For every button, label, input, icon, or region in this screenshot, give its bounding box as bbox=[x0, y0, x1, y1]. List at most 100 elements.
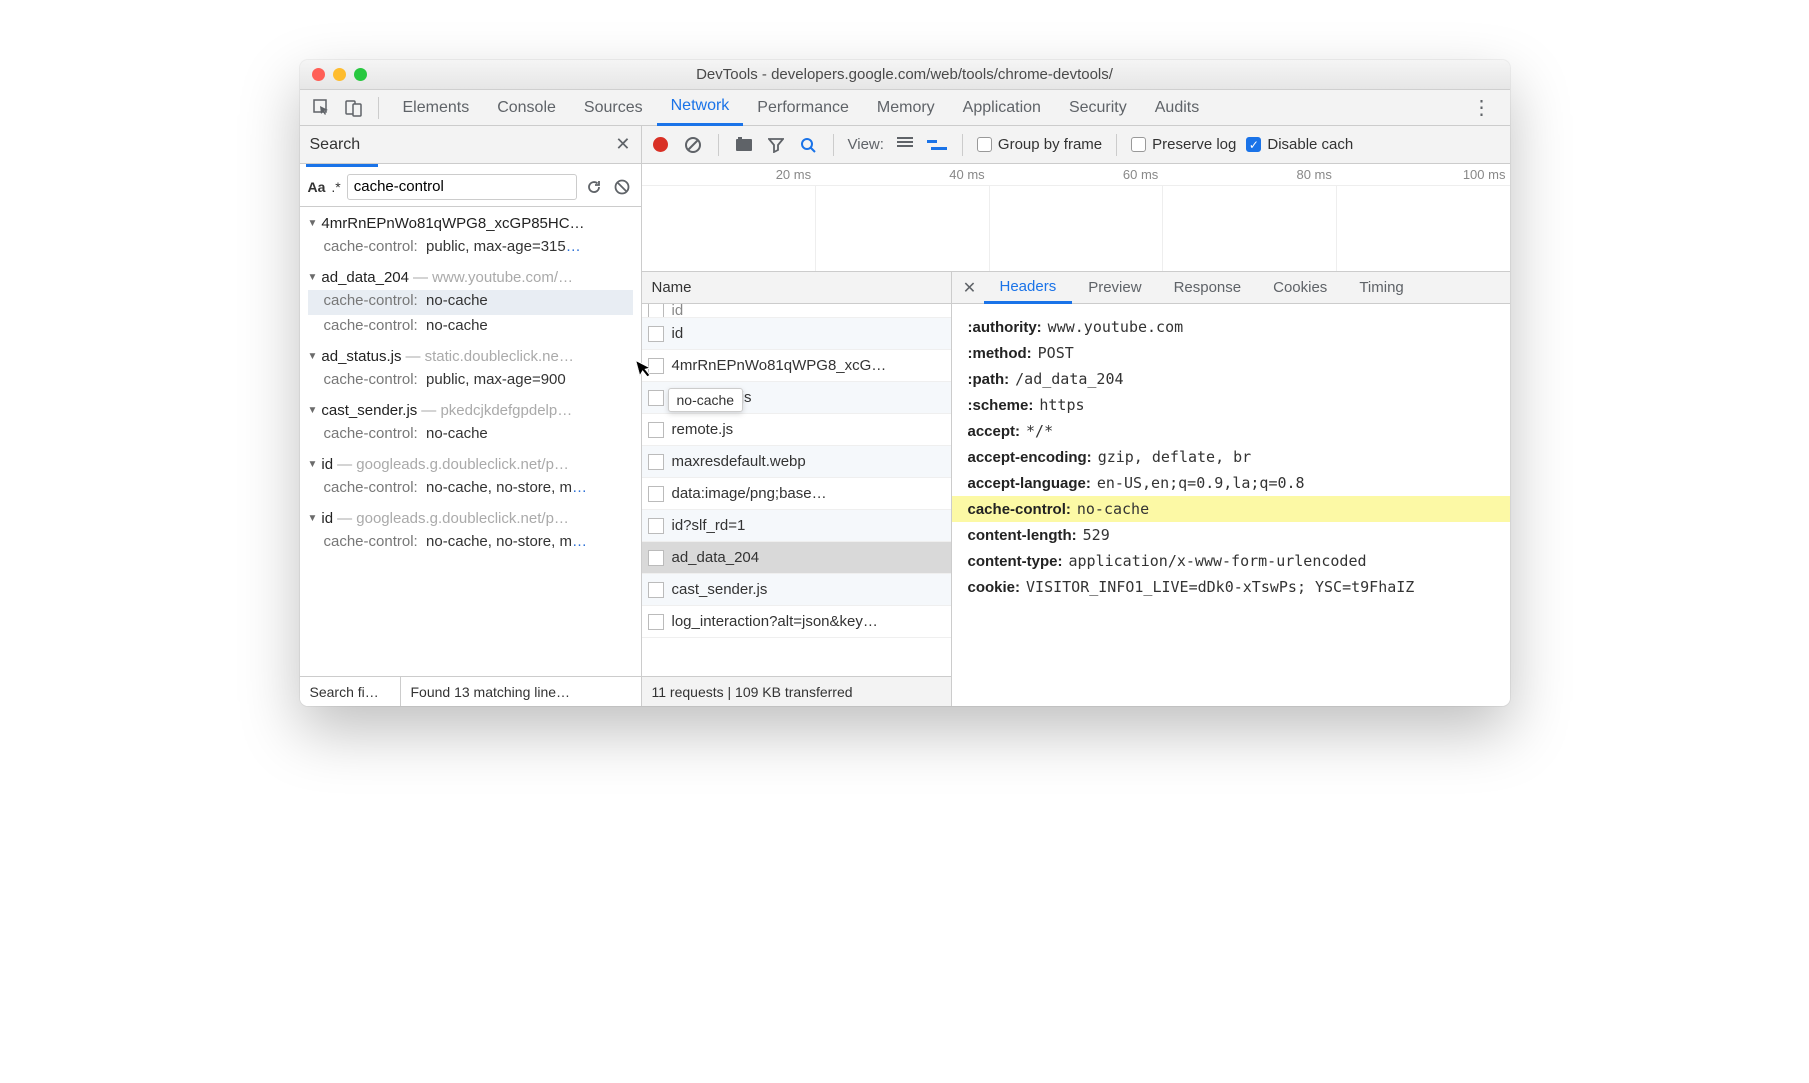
file-icon bbox=[648, 614, 664, 630]
network-timeline[interactable]: 20 ms40 ms60 ms80 ms100 ms bbox=[642, 164, 1510, 272]
clear-icon[interactable] bbox=[611, 176, 633, 198]
header-line: accept-language:en-US,en;q=0.9,la;q=0.8 bbox=[968, 470, 1494, 496]
preserve-log-checkbox[interactable]: Preserve log bbox=[1131, 136, 1236, 153]
search-title: Search bbox=[310, 136, 361, 154]
search-result-group[interactable]: ▼ id — googleads.g.doubleclick.net/p… bbox=[308, 452, 633, 477]
waterfall-icon[interactable] bbox=[926, 134, 948, 156]
header-line: cookie:VISITOR_INFO1_LIVE=dDk0-xTswPs; Y… bbox=[968, 574, 1494, 600]
tab-performance[interactable]: Performance bbox=[743, 90, 863, 126]
detail-tab-cookies[interactable]: Cookies bbox=[1257, 272, 1343, 304]
file-icon bbox=[648, 390, 664, 406]
search-result-line[interactable]: cache-control: no-cache bbox=[308, 315, 633, 340]
tab-elements[interactable]: Elements bbox=[389, 90, 484, 126]
device-toggle-icon[interactable] bbox=[340, 94, 368, 122]
tooltip: no-cache bbox=[668, 388, 744, 412]
search-result-line[interactable]: cache-control: public, max-age=315… bbox=[308, 236, 633, 261]
search-footer-left: Search fi… bbox=[300, 684, 400, 700]
tab-security[interactable]: Security bbox=[1055, 90, 1141, 126]
search-result-line[interactable]: cache-control: no-cache bbox=[308, 290, 633, 315]
network-panel: View: Group by frame Preserve log Disabl… bbox=[642, 126, 1510, 706]
timeline-tick: 40 ms bbox=[815, 164, 989, 185]
request-summary: 11 requests | 109 KB transferred bbox=[642, 676, 951, 706]
search-result-group[interactable]: ▼ cast_sender.js — pkedcjkdefgpdelp… bbox=[308, 398, 633, 423]
header-line: :authority:www.youtube.com bbox=[968, 314, 1494, 340]
close-detail-icon[interactable]: ✕ bbox=[956, 278, 984, 298]
request-list[interactable]: idid4mrRnEPnWo81qWPG8_xcG…ad_status.jsre… bbox=[642, 304, 951, 676]
file-icon bbox=[648, 550, 664, 566]
tab-audits[interactable]: Audits bbox=[1141, 90, 1213, 126]
disable-cache-checkbox[interactable]: Disable cach bbox=[1246, 136, 1353, 153]
table-row[interactable]: id?slf_rd=1 bbox=[642, 510, 951, 542]
table-row[interactable]: id bbox=[642, 304, 951, 318]
tab-network[interactable]: Network bbox=[657, 90, 744, 126]
search-results[interactable]: ▼ 4mrRnEPnWo81qWPG8_xcGP85HC… cache-cont… bbox=[300, 207, 641, 676]
record-icon[interactable] bbox=[650, 134, 672, 156]
regex-toggle[interactable]: .* bbox=[331, 179, 340, 195]
table-row[interactable]: cast_sender.js bbox=[642, 574, 951, 606]
traffic-lights bbox=[312, 68, 367, 81]
tab-application[interactable]: Application bbox=[949, 90, 1055, 126]
file-icon bbox=[648, 582, 664, 598]
titlebar: DevTools - developers.google.com/web/too… bbox=[300, 60, 1510, 90]
network-toolbar: View: Group by frame Preserve log Disabl… bbox=[642, 126, 1510, 164]
search-icon[interactable] bbox=[797, 134, 819, 156]
large-rows-icon[interactable] bbox=[894, 134, 916, 156]
window-title: DevTools - developers.google.com/web/too… bbox=[300, 66, 1510, 83]
screenshot-icon[interactable] bbox=[733, 134, 755, 156]
table-row[interactable]: id bbox=[642, 318, 951, 350]
search-result-group[interactable]: ▼ 4mrRnEPnWo81qWPG8_xcGP85HC… bbox=[308, 211, 633, 236]
column-header-name[interactable]: Name bbox=[642, 272, 951, 304]
request-detail: ✕ HeadersPreviewResponseCookiesTiming :a… bbox=[952, 272, 1510, 706]
search-footer: Search fi… Found 13 matching line… bbox=[300, 676, 641, 706]
search-header: Search ✕ bbox=[300, 126, 641, 164]
search-result-line[interactable]: cache-control: public, max-age=900 bbox=[308, 369, 633, 394]
minimize-window-button[interactable] bbox=[333, 68, 346, 81]
close-icon[interactable]: ✕ bbox=[615, 134, 630, 155]
group-by-frame-checkbox[interactable]: Group by frame bbox=[977, 136, 1102, 153]
search-result-group[interactable]: ▼ ad_data_204 — www.youtube.com/… bbox=[308, 265, 633, 290]
timeline-tick: 60 ms bbox=[989, 164, 1163, 185]
search-result-group[interactable]: ▼ id — googleads.g.doubleclick.net/p… bbox=[308, 506, 633, 531]
match-case-toggle[interactable]: Aa bbox=[308, 179, 326, 195]
detail-tab-timing[interactable]: Timing bbox=[1343, 272, 1419, 304]
detail-tab-headers[interactable]: Headers bbox=[984, 272, 1073, 304]
tab-sources[interactable]: Sources bbox=[570, 90, 657, 126]
table-row[interactable]: log_interaction?alt=json&key… bbox=[642, 606, 951, 638]
header-line: accept-encoding:gzip, deflate, br bbox=[968, 444, 1494, 470]
search-result-line[interactable]: cache-control: no-cache, no-store, m… bbox=[308, 477, 633, 502]
header-line: content-type:application/x-www-form-urle… bbox=[968, 548, 1494, 574]
timeline-tick: 20 ms bbox=[642, 164, 816, 185]
header-line: content-length:529 bbox=[968, 522, 1494, 548]
detail-tabs: ✕ HeadersPreviewResponseCookiesTiming bbox=[952, 272, 1510, 304]
header-line: :scheme:https bbox=[968, 392, 1494, 418]
search-input[interactable] bbox=[347, 174, 577, 200]
header-line: :method:POST bbox=[968, 340, 1494, 366]
table-row[interactable]: ad_data_204 bbox=[642, 542, 951, 574]
headers-body[interactable]: :authority:www.youtube.com:method:POST:p… bbox=[952, 304, 1510, 706]
search-result-line[interactable]: cache-control: no-cache bbox=[308, 423, 633, 448]
file-icon bbox=[648, 326, 664, 342]
refresh-icon[interactable] bbox=[583, 176, 605, 198]
tab-console[interactable]: Console bbox=[483, 90, 570, 126]
timeline-tick: 80 ms bbox=[1162, 164, 1336, 185]
zoom-window-button[interactable] bbox=[354, 68, 367, 81]
close-window-button[interactable] bbox=[312, 68, 325, 81]
tab-memory[interactable]: Memory bbox=[863, 90, 949, 126]
separator bbox=[378, 97, 379, 119]
table-row[interactable]: 4mrRnEPnWo81qWPG8_xcG… bbox=[642, 350, 951, 382]
search-panel: Search ✕ Aa .* ▼ 4mrRnEPnWo81qWPG8_xcGP8… bbox=[300, 126, 642, 706]
table-row[interactable]: remote.js bbox=[642, 414, 951, 446]
search-result-line[interactable]: cache-control: no-cache, no-store, m… bbox=[308, 531, 633, 556]
filter-icon[interactable] bbox=[765, 134, 787, 156]
detail-tab-preview[interactable]: Preview bbox=[1072, 272, 1157, 304]
inspect-icon[interactable] bbox=[308, 94, 336, 122]
detail-tab-response[interactable]: Response bbox=[1158, 272, 1258, 304]
main-toolbar: ElementsConsoleSourcesNetworkPerformance… bbox=[300, 90, 1510, 126]
search-result-group[interactable]: ▼ ad_status.js — static.doubleclick.ne… bbox=[308, 344, 633, 369]
clear-log-icon[interactable] bbox=[682, 134, 704, 156]
file-icon bbox=[648, 422, 664, 438]
more-menu-icon[interactable]: ⋮ bbox=[1462, 95, 1502, 120]
table-row[interactable]: maxresdefault.webp bbox=[642, 446, 951, 478]
file-icon bbox=[648, 358, 664, 374]
table-row[interactable]: data:image/png;base… bbox=[642, 478, 951, 510]
